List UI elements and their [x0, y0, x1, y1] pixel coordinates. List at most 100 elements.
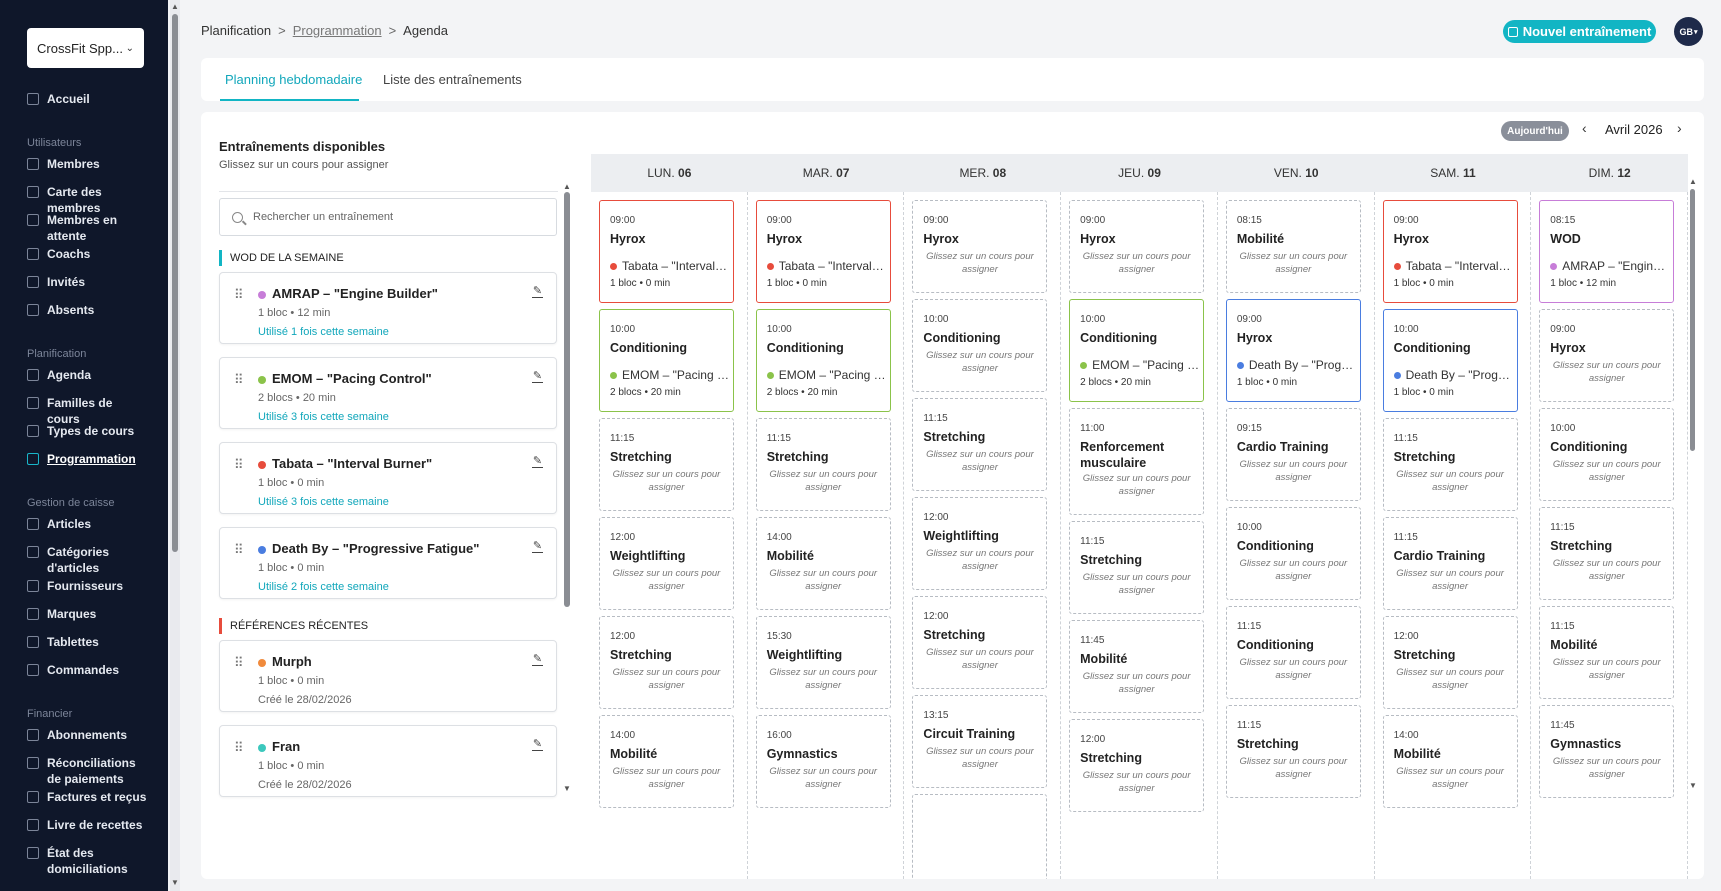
sidebar-item-etat-des-domiciliations[interactable]: État des domiciliations — [27, 845, 147, 877]
class-slot[interactable]: 10:00 Conditioning Glissez sur un cours po… — [1539, 408, 1675, 501]
scroll-up-icon[interactable]: ▲ — [1689, 177, 1697, 186]
class-slot[interactable]: 11:15 Stretching Glissez sur un cours pour… — [1382, 418, 1518, 511]
class-slot[interactable]: 11:15 Stretching Glissez sur un cours pour… — [755, 418, 891, 511]
class-slot[interactable]: 10:00 Conditioning EMOM – "Pacing Control"… — [1069, 299, 1205, 402]
class-slot[interactable]: 16:00 Gymnastics Glissez sur un cours pour… — [755, 715, 891, 808]
class-slot[interactable]: 11:45 Mobilité Glissez sur un cours pour a… — [1069, 620, 1205, 713]
workout-list-scroll-thumb[interactable] — [564, 192, 570, 607]
workout-list-scrollbar[interactable]: ▲ ▼ — [563, 182, 571, 793]
drag-handle-icon[interactable]: ⠿ — [234, 740, 243, 756]
class-slot[interactable]: 08:15 WOD AMRAP – "Engine Builder" 1 bloc •… — [1539, 200, 1675, 303]
sidebar-item-invites[interactable]: Invités — [27, 274, 147, 290]
assigned-workout[interactable]: EMOM – "Pacing Control" — [1080, 358, 1200, 372]
sidebar-item-membres-en-attente[interactable]: Membres en attente — [27, 212, 147, 244]
sidebar-item-marques[interactable]: Marques — [27, 606, 147, 622]
class-slot[interactable]: 09:00 Hyrox Tabata – "Interval Burner" 1 bl… — [755, 200, 891, 303]
drag-handle-icon[interactable]: ⠿ — [234, 287, 243, 303]
sidebar-item-programmation[interactable]: Programmation — [27, 451, 147, 467]
sidebar-item-absents[interactable]: Absents — [27, 302, 147, 318]
edit-icon[interactable]: ✎ — [532, 286, 543, 298]
class-slot[interactable]: 10:00 Conditioning EMOM – "Pacing Control"… — [755, 309, 891, 412]
assigned-workout[interactable]: EMOM – "Pacing Control" — [610, 368, 730, 382]
today-button[interactable]: Aujourd'hui — [1501, 121, 1569, 141]
scroll-down-icon[interactable]: ▼ — [563, 784, 571, 793]
class-slot[interactable]: 10:00 Conditioning EMOM – "Pacing Control"… — [599, 309, 734, 412]
edit-icon[interactable]: ✎ — [532, 456, 543, 468]
new-workout-button[interactable]: Nouvel entraînement — [1503, 20, 1656, 43]
class-slot[interactable]: 14:00 Mobilité Glissez sur un cours pour a… — [1382, 715, 1518, 808]
workout-card[interactable]: ⠿ AMRAP – "Engine Builder" ✎ 1 bloc • 12 mi… — [219, 272, 557, 344]
class-slot[interactable]: 11:15 Stretching Glissez sur un cours pour… — [1069, 521, 1205, 614]
workout-card[interactable]: ⠿ Tabata – "Interval Burner" ✎ 1 bloc • 0 m… — [219, 442, 557, 514]
scroll-down-icon[interactable]: ▼ — [170, 878, 180, 887]
sidebar-scrollbar[interactable]: ▲ ▼ — [170, 0, 180, 891]
sidebar-item-fournisseurs[interactable]: Fournisseurs — [27, 578, 147, 594]
class-slot[interactable]: 10:00 Conditioning Glissez sur un cours po… — [1225, 507, 1361, 600]
chevron-left-icon[interactable]: ‹ — [1582, 120, 1587, 136]
sidebar-item-accueil[interactable]: Accueil — [27, 91, 147, 107]
class-slot[interactable]: 09:00 Hyrox Glissez sur un cours pour assi… — [1539, 309, 1675, 402]
sidebar-scroll-thumb[interactable] — [172, 14, 178, 552]
class-slot[interactable]: 14:00 Mobilité Glissez sur un cours pour a… — [599, 715, 734, 808]
class-slot[interactable]: 09:15 Cardio Training Glissez sur un cours… — [1225, 408, 1361, 501]
workout-card[interactable]: ⠿ Death By – "Progressive Fatigue" ✎ 1 bloc… — [219, 527, 557, 599]
assigned-workout[interactable]: Tabata – "Interval Burner" — [1393, 259, 1514, 273]
sidebar-item-abonnements[interactable]: Abonnements — [27, 727, 147, 743]
sidebar-item-articles[interactable]: Articles — [27, 516, 147, 532]
assigned-workout[interactable]: Tabata – "Interval Burner" — [766, 259, 887, 273]
class-slot[interactable]: 12:00 Weightlifting Glissez sur un cours p… — [599, 517, 734, 610]
class-slot[interactable]: 15:30 Weightlifting Glissez sur un cours p… — [755, 616, 891, 709]
sidebar-item-agenda[interactable]: Agenda — [27, 367, 147, 383]
avatar[interactable]: GB ▾ — [1674, 17, 1703, 46]
workout-card[interactable]: ⠿ Murph ✎ 1 bloc • 0 min Créé le 28/02/2026 — [219, 640, 557, 712]
workout-card[interactable]: ⠿ EMOM – "Pacing Control" ✎ 2 blocs • 20 mi… — [219, 357, 557, 429]
class-slot[interactable]: 09:00 Hyrox Death By – "Progressive Fatigu… — [1225, 299, 1361, 402]
sidebar-item-factures-et-recus[interactable]: Factures et reçus — [27, 789, 147, 805]
class-slot[interactable]: 11:15 Stretching Glissez sur un cours pour… — [1225, 705, 1361, 798]
class-slot[interactable] — [912, 794, 1048, 879]
class-slot[interactable]: 11:45 Gymnastics Glissez sur un cours pour… — [1539, 705, 1675, 798]
assigned-workout[interactable]: AMRAP – "Engine Builder" — [1550, 259, 1670, 273]
class-slot[interactable]: 14:00 Mobilité Glissez sur un cours pour a… — [755, 517, 891, 610]
class-slot[interactable]: 12:00 Stretching Glissez sur un cours pour… — [1069, 719, 1205, 812]
class-slot[interactable]: 11:15 Mobilité Glissez sur un cours pour a… — [1539, 606, 1675, 699]
breadcrumb-programmation[interactable]: Programmation — [293, 23, 382, 38]
chevron-right-icon[interactable]: › — [1677, 120, 1682, 136]
class-slot[interactable]: 11:15 Stretching Glissez sur un cours pour… — [1539, 507, 1675, 600]
sidebar-item-types-de-cours[interactable]: Types de cours — [27, 423, 147, 439]
assigned-workout[interactable]: EMOM – "Pacing Control" — [766, 368, 887, 382]
scroll-down-icon[interactable]: ▼ — [1689, 781, 1697, 790]
sidebar-item-coachs[interactable]: Coachs — [27, 246, 147, 262]
class-slot[interactable]: 10:00 Conditioning Glissez sur un cours po… — [912, 299, 1048, 392]
edit-icon[interactable]: ✎ — [532, 541, 543, 553]
class-slot[interactable]: 11:15 Cardio Training Glissez sur un cours… — [1382, 517, 1518, 610]
drag-handle-icon[interactable]: ⠿ — [234, 542, 243, 558]
search-input[interactable]: Rechercher un entraînement — [219, 198, 557, 236]
drag-handle-icon[interactable]: ⠿ — [234, 372, 243, 388]
class-slot[interactable]: 12:00 Weightlifting Glissez sur un cours p… — [912, 497, 1048, 590]
class-slot[interactable]: 11:00 Renforcement musculaire Glissez sur … — [1069, 408, 1205, 515]
assigned-workout[interactable]: Tabata – "Interval Burner" — [610, 259, 730, 273]
calendar-scroll-thumb[interactable] — [1690, 189, 1695, 451]
drag-handle-icon[interactable]: ⠿ — [234, 655, 243, 671]
tab-liste-entrainements[interactable]: Liste des entraînements — [383, 72, 522, 87]
drag-handle-icon[interactable]: ⠿ — [234, 457, 243, 473]
assigned-workout[interactable]: Death By – "Progressive Fatigue" — [1236, 358, 1357, 372]
breadcrumb-planification[interactable]: Planification — [201, 23, 271, 38]
sidebar-item-livre-de-recettes[interactable]: Livre de recettes — [27, 817, 147, 833]
scroll-up-icon[interactable]: ▲ — [170, 2, 180, 11]
class-slot[interactable]: 09:00 Hyrox Glissez sur un cours pour assi… — [912, 200, 1048, 293]
edit-icon[interactable]: ✎ — [532, 371, 543, 383]
class-slot[interactable]: 12:00 Stretching Glissez sur un cours pour… — [599, 616, 734, 709]
tab-planning-hebdomadaire[interactable]: Planning hebdomadaire — [225, 72, 362, 87]
class-slot[interactable]: 08:15 Mobilité Glissez sur un cours pour a… — [1225, 200, 1361, 293]
class-slot[interactable]: 12:00 Stretching Glissez sur un cours pour… — [912, 596, 1048, 689]
sidebar-item-reconciliations-de-paiements[interactable]: Réconciliations de paiements — [27, 755, 147, 787]
class-slot[interactable]: 09:00 Hyrox Tabata – "Interval Burner" 1 bl… — [1382, 200, 1518, 303]
class-slot[interactable]: 12:00 Stretching Glissez sur un cours pour… — [1382, 616, 1518, 709]
calendar-scrollbar[interactable]: ▲ ▼ — [1689, 177, 1697, 792]
class-slot[interactable]: 09:00 Hyrox Glissez sur un cours pour assi… — [1069, 200, 1205, 293]
class-slot[interactable]: 10:00 Conditioning Death By – "Progressive… — [1382, 309, 1518, 412]
edit-icon[interactable]: ✎ — [532, 739, 543, 751]
class-slot[interactable]: 11:15 Stretching Glissez sur un cours pour… — [599, 418, 734, 511]
